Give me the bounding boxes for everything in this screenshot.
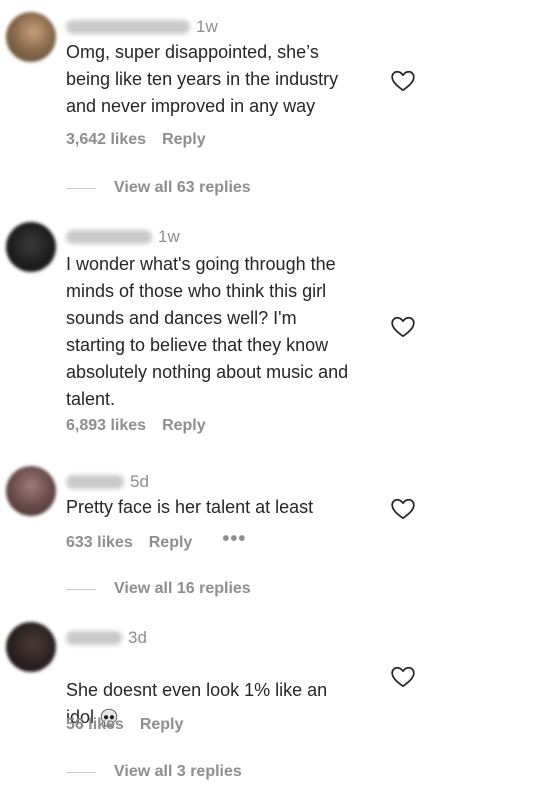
comment-timestamp: 3d [128, 628, 147, 647]
like-count[interactable]: 6,893 likes [66, 417, 146, 435]
comment-text: Pretty face is her talent at least [66, 497, 314, 517]
view-replies-label: View all 3 replies [114, 763, 242, 780]
heart-outline-icon[interactable] [390, 664, 416, 690]
username-blurred[interactable] [66, 631, 122, 645]
comment-meta: 56 likes Reply [66, 716, 183, 734]
reply-button[interactable]: Reply [162, 131, 206, 149]
view-replies-label: View all 16 replies [114, 580, 251, 597]
like-count[interactable]: 3,642 likes [66, 131, 146, 149]
username-blurred[interactable] [66, 20, 190, 34]
username-blurred[interactable] [66, 230, 152, 244]
more-options-icon[interactable]: ••• [222, 529, 246, 549]
like-count[interactable]: 633 likes [66, 534, 133, 552]
avatar[interactable] [6, 466, 56, 516]
reply-button[interactable]: Reply [140, 716, 184, 734]
comment-meta: 633 likes Reply ••• [66, 529, 246, 552]
avatar[interactable] [6, 622, 56, 672]
reply-button[interactable]: Reply [149, 534, 193, 552]
comment-timestamp: 5d [130, 472, 149, 491]
comment-text: I wonder what's going through the minds … [66, 254, 349, 409]
view-replies-button[interactable]: View all 3 replies [66, 763, 242, 781]
comment-text: Omg, super disappointed, she’s being lik… [66, 42, 339, 116]
avatar[interactable] [6, 222, 56, 272]
comment-meta: 3,642 likes Reply [66, 131, 206, 149]
reply-button[interactable]: Reply [162, 417, 206, 435]
like-count[interactable]: 56 likes [66, 716, 124, 734]
comment-timestamp: 1w [196, 17, 218, 36]
comment-meta: 6,893 likes Reply [66, 417, 206, 435]
replies-divider [66, 588, 96, 590]
view-replies-button[interactable]: View all 16 replies [66, 580, 251, 598]
username-blurred[interactable] [66, 475, 124, 489]
view-replies-button[interactable]: View all 63 replies [66, 179, 251, 197]
comment-header: 5d [66, 471, 149, 493]
heart-outline-icon[interactable] [390, 314, 416, 340]
comment-header: 1w [66, 16, 218, 38]
avatar[interactable] [6, 12, 56, 62]
comment-timestamp: 1w [158, 227, 180, 246]
view-replies-label: View all 63 replies [114, 179, 251, 196]
comment-header: 1w [66, 226, 180, 248]
heart-outline-icon[interactable] [390, 68, 416, 94]
comment-header: 3d [66, 627, 147, 649]
replies-divider [66, 771, 96, 773]
replies-divider [66, 187, 96, 189]
heart-outline-icon[interactable] [390, 496, 416, 522]
